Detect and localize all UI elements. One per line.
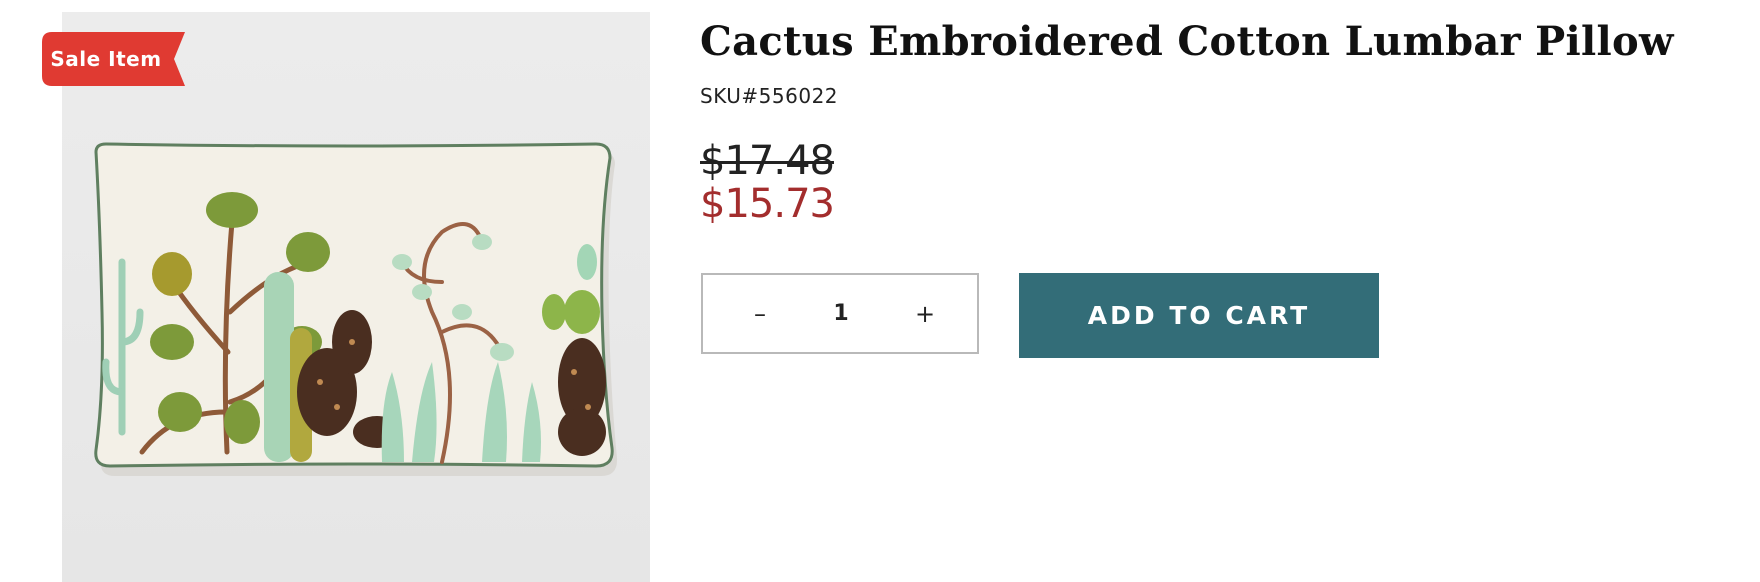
product-sku: SKU#556022 bbox=[700, 84, 839, 108]
product-image[interactable] bbox=[62, 12, 650, 582]
sale-badge-label: Sale Item bbox=[50, 47, 162, 71]
product-title: Cactus Embroidered Cotton Lumbar Pillow bbox=[700, 18, 1674, 65]
quantity-input[interactable] bbox=[803, 275, 879, 352]
sale-price: $15.73 bbox=[700, 181, 835, 227]
pillow-illustration bbox=[94, 142, 618, 476]
decrement-button[interactable]: – bbox=[730, 275, 790, 352]
sale-badge: Sale Item bbox=[42, 32, 185, 86]
increment-button[interactable]: + bbox=[895, 275, 955, 352]
original-price: $17.48 bbox=[700, 138, 835, 184]
quantity-stepper: – + bbox=[701, 273, 979, 354]
add-to-cart-button[interactable]: ADD TO CART bbox=[1019, 273, 1379, 358]
